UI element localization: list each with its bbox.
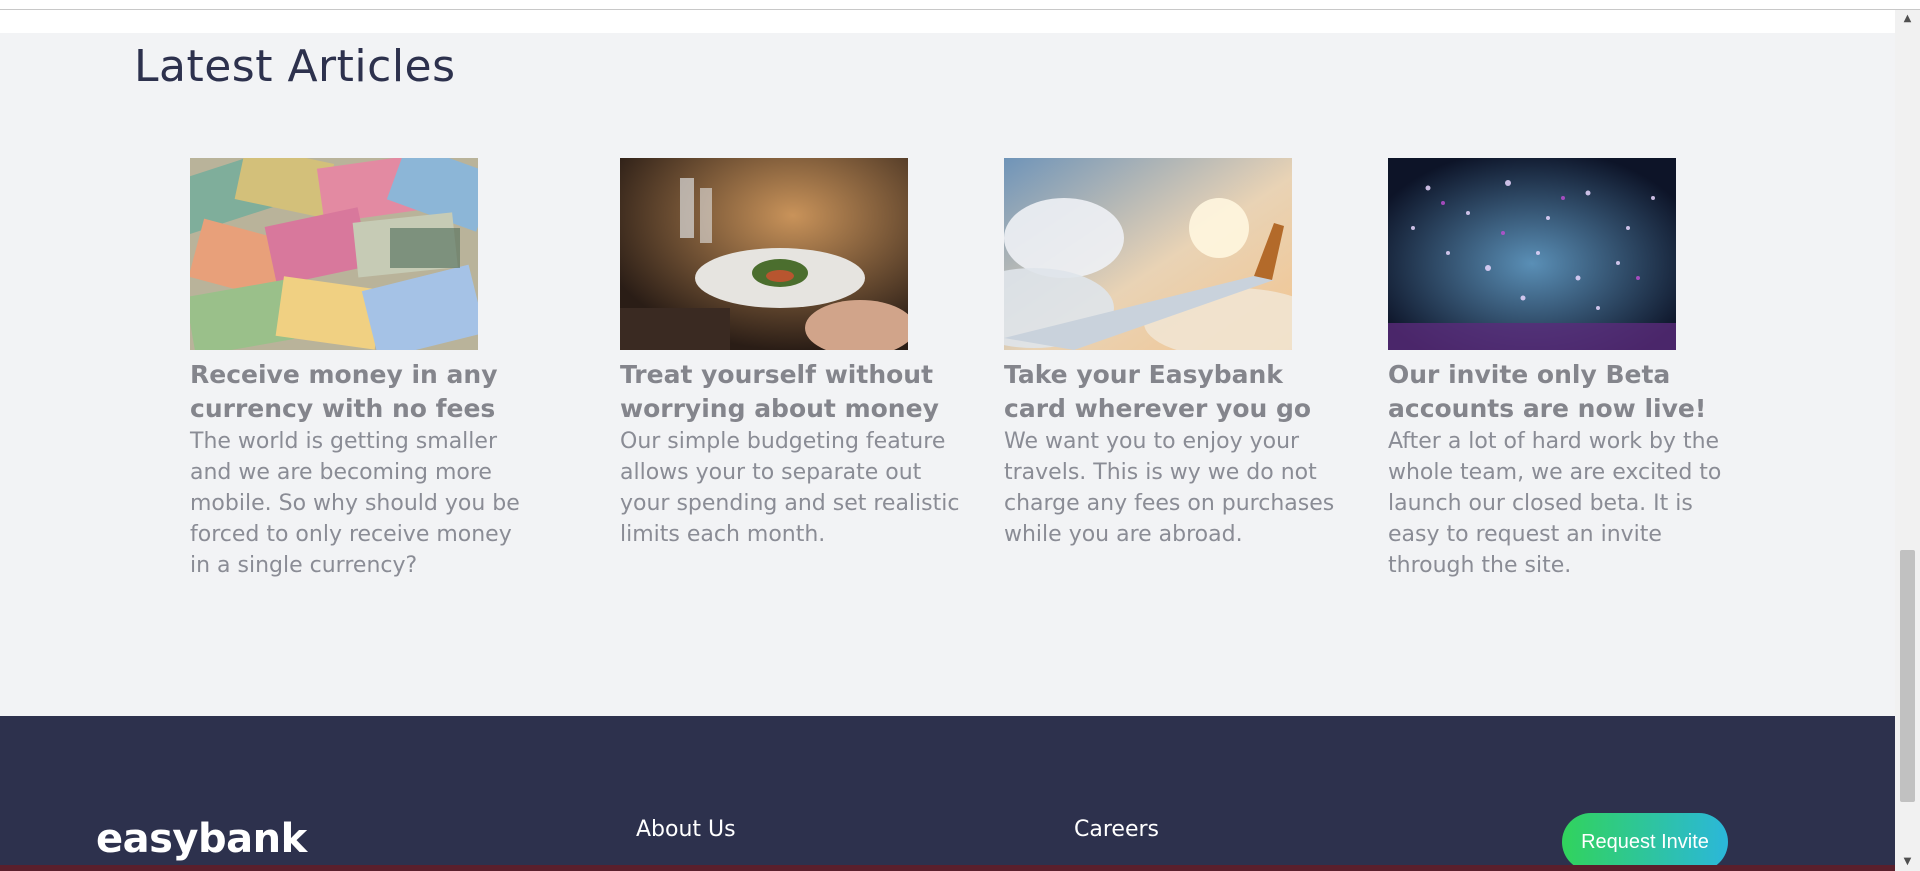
scroll-up-arrow-icon[interactable]: ▲ (1895, 10, 1920, 28)
article-excerpt: After a lot of hard work by the whole te… (1388, 429, 1722, 578)
vertical-scrollbar[interactable]: ▲ ▼ (1895, 10, 1920, 871)
article-excerpt: Our simple budgeting feature allows your… (620, 429, 960, 547)
article-image-plane[interactable] (1004, 158, 1292, 350)
article-card-restaurant[interactable]: Treat yourself without worrying about mo… (620, 158, 960, 550)
article-card-currency[interactable]: Receive money in any currency with no fe… (190, 158, 530, 581)
article-excerpt: The world is getting smaller and we are … (190, 429, 520, 578)
footer-link-about-us[interactable]: About Us (636, 817, 736, 842)
article-card-travel[interactable]: Take your Easybank card wherever you go … (1004, 158, 1344, 550)
article-title[interactable]: Our invite only Beta accounts are now li… (1388, 358, 1728, 426)
latest-articles-section: Latest Articles Receive money in any cur… (0, 33, 1895, 716)
request-invite-button[interactable]: Request Invite (1562, 813, 1728, 871)
section-title: Latest Articles (134, 41, 456, 92)
article-title[interactable]: Receive money in any currency with no fe… (190, 358, 530, 426)
article-card-beta[interactable]: Our invite only Beta accounts are now li… (1388, 158, 1728, 581)
bottom-strip (0, 865, 1895, 871)
site-footer: easybank About Us Careers Request Invite (0, 716, 1895, 871)
article-title[interactable]: Take your Easybank card wherever you go (1004, 358, 1344, 426)
article-excerpt: We want you to enjoy your travels. This … (1004, 429, 1335, 547)
footer-link-careers[interactable]: Careers (1074, 817, 1159, 842)
article-image-restaurant[interactable] (620, 158, 908, 350)
article-title[interactable]: Treat yourself without worrying about mo… (620, 358, 960, 426)
footer-logo[interactable]: easybank (96, 816, 307, 862)
top-divider (0, 9, 1920, 10)
scroll-down-arrow-icon[interactable]: ▼ (1895, 853, 1920, 871)
article-image-currency[interactable] (190, 158, 478, 350)
scroll-thumb[interactable] (1900, 550, 1915, 802)
article-image-confetti[interactable] (1388, 158, 1676, 350)
